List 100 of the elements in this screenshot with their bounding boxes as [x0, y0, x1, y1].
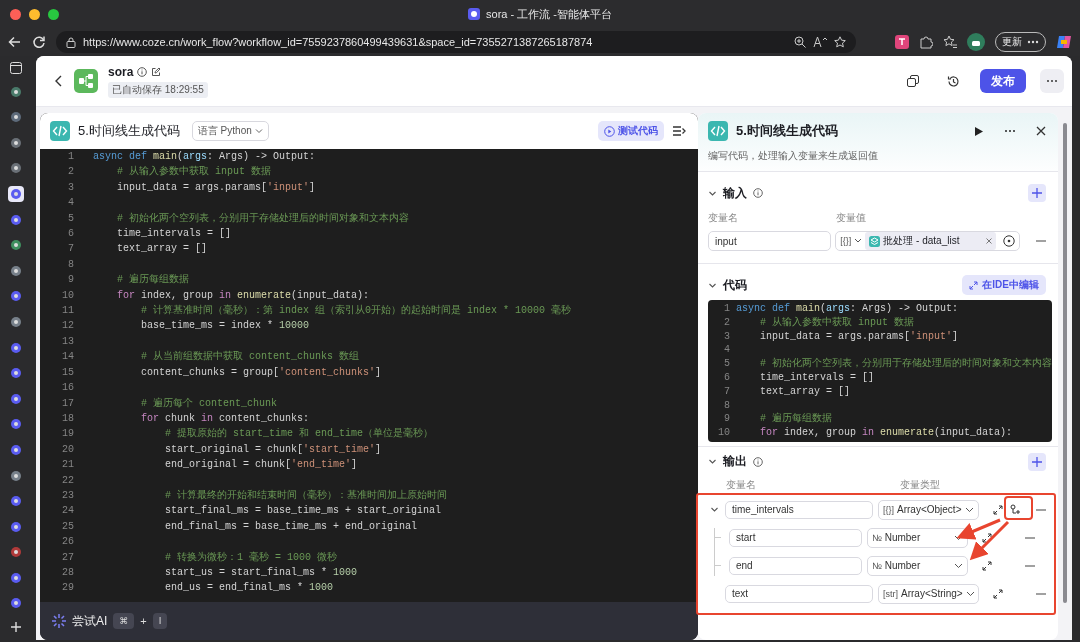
editor-title: 5.时间线生成代码 [78, 122, 180, 140]
autosave-tag: 已自动保存 18:29:55 [108, 81, 208, 98]
node-title: 5.时间线生成代码 [736, 122, 839, 140]
line-number: 9 [67, 273, 75, 288]
reference-tag[interactable]: 批处理 - data_list [865, 232, 997, 250]
variable-name-field[interactable]: text [725, 584, 873, 603]
type-label: [{}] [840, 236, 852, 246]
line-number: 26 [61, 535, 75, 550]
code-line: # 遍历每组数据 [116, 272, 189, 288]
code-line: # 从输入参数中获取 input 数据 [116, 164, 271, 180]
code-line: base_time_ms = index * 10000 [140, 319, 310, 334]
column-header: 变量名 [708, 212, 739, 225]
code-line: end_us = end_final_ms * 1000 [164, 581, 334, 596]
code-line: time_intervals = [] [116, 227, 232, 242]
variable-name-field[interactable]: time_intervals [725, 500, 873, 519]
line-number: 12 [61, 319, 75, 334]
code-line: content_chunks = group['content_chunks'] [140, 365, 382, 380]
code-line: text_array = [] [759, 384, 851, 399]
line-number: 18 [61, 411, 75, 426]
url-text: https://www.coze.cn/work_flow?workflow_id=7559237860499439631&space_id=7355271387265187874 [83, 36, 594, 48]
line-number: 19 [61, 427, 75, 442]
line-number: 5 [723, 357, 731, 371]
line-number: 1 [67, 150, 75, 164]
keyboard-key: ⌘ [113, 613, 135, 629]
code-line: end_final_ms = base_time_ms + end_original [164, 519, 418, 534]
line-number: 6 [67, 227, 75, 242]
line-number: 5 [67, 211, 75, 226]
code-line: # 遍历每组数据 [759, 412, 832, 427]
line-number: 4 [67, 196, 75, 211]
language-select[interactable]: 语言 Python [191, 121, 269, 141]
line-number: 20 [61, 442, 75, 457]
code-line: text_array = [] [116, 242, 208, 257]
code-line: # 初始化两个空列表，分别用于存储处理后的时间对象和文本内容 [759, 357, 1052, 371]
line-number: 22 [61, 473, 75, 488]
line-number: 27 [61, 550, 75, 565]
code-line: async def main(args: Args) -> Output: [736, 302, 959, 316]
code-line: # 初始化两个空列表，分别用于存储处理后的时间对象和文本内容 [116, 211, 409, 226]
edit-in-ide-button[interactable]: 在IDE中编辑 [962, 275, 1046, 295]
line-number: 7 [723, 384, 731, 399]
line-number: 23 [61, 488, 75, 503]
line-number: 14 [61, 350, 75, 365]
line-number: 17 [61, 396, 75, 411]
type-select[interactable]: [{}] Array<Object> [878, 499, 979, 520]
code-line: for index, group in enumerate(input_data): [116, 288, 370, 303]
line-number: 7 [67, 242, 75, 257]
node-description: 编写代码，处理输入变量来生成返回值 [708, 149, 879, 163]
line-number: 3 [67, 180, 75, 195]
type-select[interactable]: № Number [867, 555, 968, 576]
code-line: input_data = args.params['input'] [759, 329, 959, 344]
variable-value-field[interactable]: [{}] 批处理 - data_list [835, 231, 1021, 251]
section-title: 输入 [723, 184, 747, 202]
type-select[interactable]: [str] Array<String> [878, 583, 979, 604]
plus-sign: + [140, 615, 147, 627]
code-line: # 遍历每个 content_chunk [140, 396, 278, 411]
type-select[interactable]: № Number [867, 527, 968, 548]
try-ai-label: 尝试AI [72, 612, 108, 630]
line-number: 28 [61, 565, 75, 580]
line-number: 10 [717, 426, 731, 440]
line-number: 25 [61, 519, 75, 534]
variable-name-field[interactable]: start [729, 528, 862, 547]
line-number: 21 [61, 458, 75, 473]
code-line: for index, group in enumerate(input_data): [759, 426, 1013, 440]
line-number: 4 [723, 343, 731, 358]
line-number: 16 [61, 381, 75, 396]
publish-button[interactable]: 发布 [980, 69, 1026, 93]
window-title: sora - 工作流 -智能体平台 [486, 6, 612, 22]
address-bar[interactable]: https://www.coze.cn/work_flow?workflow_id=7559237860499439631&space_id=7355271387265187874 [56, 31, 856, 53]
code-line: async def main(args: Args) -> Output: [93, 150, 316, 164]
code-line: start_final_ms = base_time_ms + start_original [164, 504, 442, 519]
keyboard-key: I [152, 613, 168, 629]
code-line: # 计算基准时间（毫秒）：第 index 组（索引从0开始）的起始时间是 index * 10000 毫秒 [140, 303, 572, 319]
column-header: 变量值 [836, 212, 866, 225]
code-line: # 计算最终的开始和结束时间（毫秒）：基准时间加上原始时间 [164, 488, 447, 503]
update-button[interactable]: 更新 [995, 32, 1046, 52]
code-line: # 从当前组数据中获取 content_chunks 数组 [140, 349, 360, 365]
line-number: 6 [723, 371, 731, 385]
line-number: 10 [61, 288, 75, 303]
code-line: time_intervals = [] [759, 371, 875, 385]
code-line: for chunk in content_chunks: [140, 411, 310, 426]
column-header: 变量类型 [900, 478, 940, 492]
test-code-button[interactable]: 测试代码 [598, 121, 664, 141]
line-number: 29 [61, 581, 75, 596]
line-number: 15 [61, 365, 75, 380]
variable-name-field[interactable]: end [729, 556, 862, 575]
code-line: end_original = chunk['end_time'] [164, 458, 358, 473]
line-number: 11 [61, 304, 75, 319]
variable-name-field[interactable]: input [708, 231, 832, 251]
line-number: 1 [723, 302, 731, 316]
code-line: start_original = chunk['start_time'] [164, 442, 382, 457]
code-line: input_data = args.params['input'] [116, 180, 316, 195]
code-line: start_us = start_final_ms * 1000 [164, 565, 358, 580]
line-number: 2 [723, 315, 731, 330]
column-header: 变量名 [725, 478, 757, 492]
section-title: 输出 [723, 453, 747, 471]
line-number: 3 [723, 329, 731, 344]
code-line: # 转换为微秒：1 毫秒 = 1000 微秒 [164, 550, 338, 565]
line-number: 13 [61, 334, 75, 349]
line-number: 24 [61, 504, 75, 519]
code-line: # 从输入参数中获取 input 数据 [759, 315, 914, 330]
line-number: 9 [723, 412, 731, 427]
